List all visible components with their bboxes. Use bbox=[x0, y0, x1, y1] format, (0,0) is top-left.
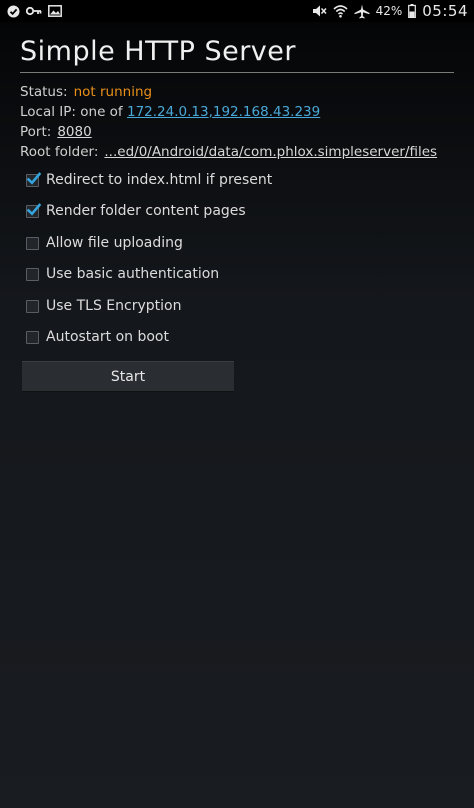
root-folder-label: Root folder: bbox=[20, 144, 99, 160]
app-title: Simple HTTP Server bbox=[20, 36, 296, 67]
option-label: Autostart on boot bbox=[46, 329, 169, 345]
check-circle-icon bbox=[7, 5, 20, 18]
root-folder-line: Root folder: ...ed/0/Android/data/com.phl… bbox=[20, 144, 437, 160]
option-checkbox[interactable] bbox=[26, 202, 41, 218]
status-bar: 42% 05:54 bbox=[0, 0, 474, 22]
port-label: Port: bbox=[20, 124, 52, 140]
local-ip-label: Local IP: bbox=[20, 104, 76, 120]
port-line: Port: 8080 bbox=[20, 124, 92, 140]
option-row[interactable]: Use TLS Encryption bbox=[26, 295, 181, 317]
status-value: not running bbox=[73, 84, 153, 100]
option-row[interactable]: Render folder content pages bbox=[26, 200, 246, 222]
title-divider bbox=[20, 72, 454, 73]
local-ip-prefix: one of bbox=[80, 104, 123, 120]
checkmark-icon bbox=[26, 202, 41, 216]
option-label: Allow file uploading bbox=[46, 235, 183, 251]
battery-percent: 42% bbox=[375, 4, 403, 18]
wifi-icon bbox=[333, 4, 348, 18]
airplane-icon bbox=[354, 4, 370, 19]
option-row[interactable]: Redirect to index.html if present bbox=[26, 169, 272, 191]
option-row[interactable]: Use basic authentication bbox=[26, 263, 219, 285]
option-checkbox[interactable] bbox=[26, 267, 39, 281]
image-icon bbox=[48, 5, 62, 17]
ip-link-2[interactable]: 192.168.43.239 bbox=[213, 104, 320, 120]
start-button[interactable]: Start bbox=[22, 361, 234, 392]
checkmark-icon bbox=[26, 171, 41, 185]
ip-link-1[interactable]: 172.24.0.13 bbox=[127, 104, 209, 120]
mute-icon bbox=[312, 4, 327, 18]
option-label: Use basic authentication bbox=[46, 266, 220, 282]
root-folder-value[interactable]: ...ed/0/Android/data/com.phlox.simpleser… bbox=[104, 144, 437, 160]
key-icon bbox=[26, 6, 42, 16]
option-label: Render folder content pages bbox=[46, 203, 246, 219]
status-line: Status: not running bbox=[20, 84, 152, 100]
option-row[interactable]: Autostart on boot bbox=[26, 326, 169, 348]
status-label: Status: bbox=[20, 84, 68, 100]
option-checkbox[interactable] bbox=[26, 330, 39, 344]
option-row[interactable]: Allow file uploading bbox=[26, 232, 183, 254]
option-checkbox[interactable] bbox=[26, 299, 39, 313]
battery-icon bbox=[408, 4, 417, 18]
option-label: Redirect to index.html if present bbox=[46, 172, 273, 188]
option-checkbox[interactable] bbox=[26, 236, 39, 250]
option-label: Use TLS Encryption bbox=[46, 298, 182, 314]
option-checkbox[interactable] bbox=[26, 171, 41, 187]
clock: 05:54 bbox=[422, 2, 468, 20]
local-ip-line: Local IP: one of 172.24.0.13,192.168.43.… bbox=[20, 104, 321, 120]
port-value[interactable]: 8080 bbox=[57, 124, 91, 140]
